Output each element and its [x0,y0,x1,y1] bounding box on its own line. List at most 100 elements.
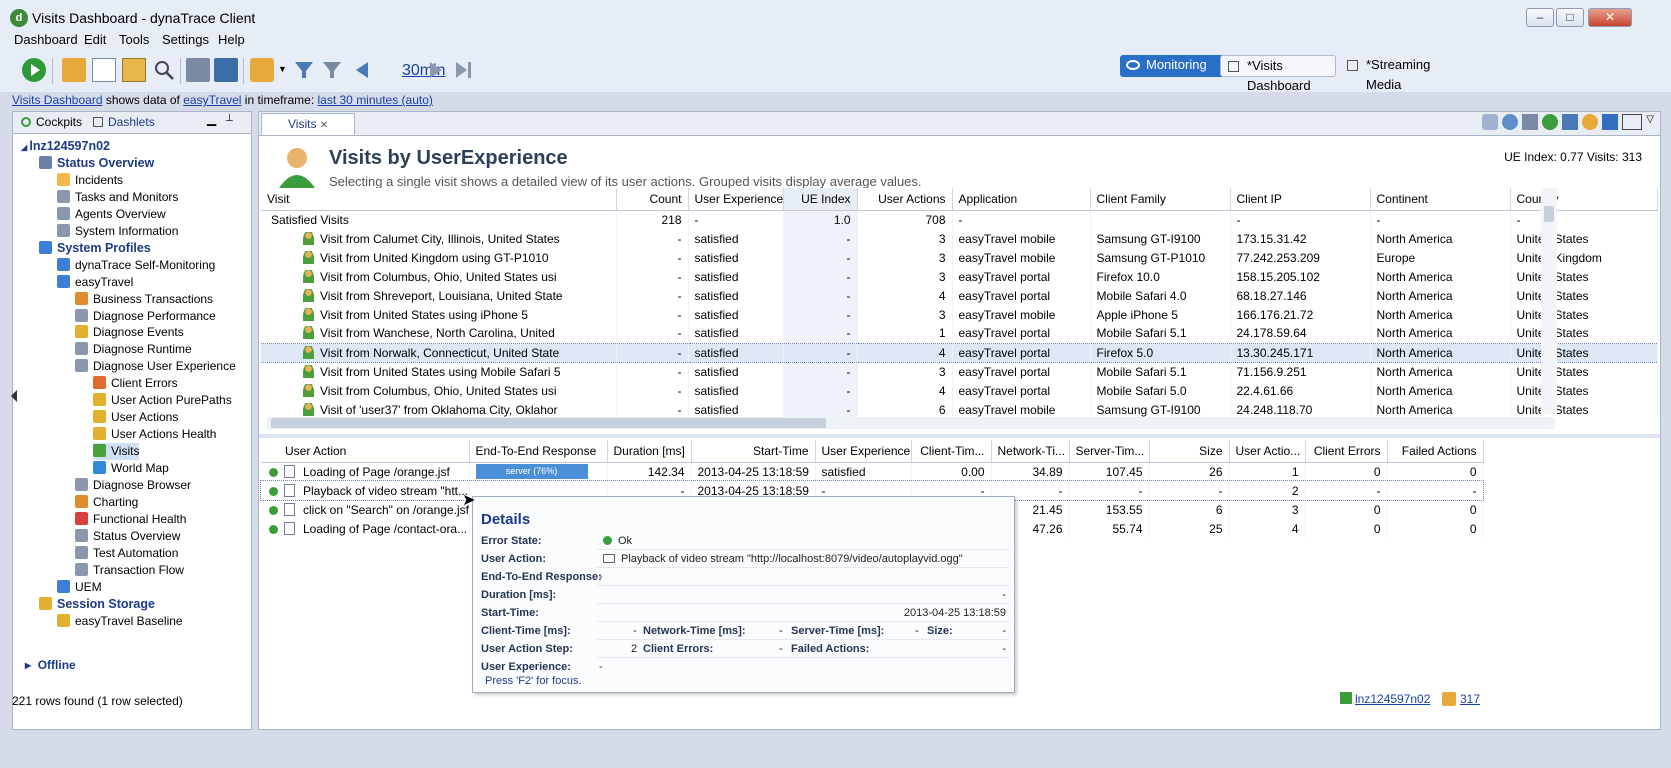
world-icon[interactable] [1542,114,1559,130]
tree-item[interactable]: Charting [75,494,138,511]
column-header[interactable]: User Action [261,440,470,463]
tree-item[interactable]: Diagnose Runtime [75,341,192,358]
last-icon[interactable] [452,58,476,82]
timeframe-range-link[interactable]: last 30 minutes (auto) [318,93,433,107]
host-link[interactable]: lnz124597n02 [1355,692,1430,706]
tree-item[interactable]: System Information [57,223,178,240]
tree-item[interactable]: World Map [93,460,169,477]
visit-row[interactable]: Visit from Columbus, Ohio, United States… [261,267,1658,286]
tab-cockpits[interactable]: Cockpits [21,115,82,129]
refresh-icon[interactable] [250,58,274,82]
visit-row[interactable]: Visit from United States using iPhone 5 -… [261,305,1658,324]
export-icon[interactable] [214,58,238,82]
add-icon[interactable] [122,58,146,82]
menu-dashboard[interactable]: Dashboard [14,32,78,47]
tab-dashlets[interactable]: Dashlets [93,115,155,129]
perspective-streaming-media[interactable]: *Streaming Media [1340,55,1460,92]
tree-item[interactable]: Status Overview [75,528,180,545]
print-icon[interactable] [186,58,210,82]
tree-item[interactable]: Incidents [57,172,123,189]
tree-item[interactable]: System Profiles [39,240,151,257]
incident-count-link[interactable]: 317 [1460,692,1480,706]
minimize-button[interactable]: – [1526,8,1554,27]
column-header[interactable]: UE Index [783,188,858,211]
tree-item[interactable]: Visits [93,443,140,461]
open-folder-icon[interactable] [62,58,86,82]
tree-item[interactable]: Diagnose Events [75,324,184,341]
tree-item[interactable]: UEM [57,579,102,596]
tree-item[interactable]: User Actions [93,409,178,426]
column-header[interactable]: Visit [261,188,617,211]
forward-icon[interactable] [424,58,448,82]
column-header[interactable]: Server-Tim... [1069,440,1150,463]
globe-icon[interactable] [1502,114,1519,130]
menu-settings[interactable]: Settings [162,32,209,47]
search-icon[interactable] [152,58,176,82]
minimize-panel-icon[interactable]: ▁ [207,112,216,126]
column-header[interactable]: Client-Tim... [911,440,992,463]
column-header[interactable]: User Actio... [1229,440,1306,463]
ue-view-icon[interactable] [1482,114,1499,130]
tree-item[interactable]: Client Errors [93,375,178,392]
column-header[interactable]: Network-Ti... [991,440,1070,463]
tree-item[interactable]: Business Transactions [75,291,213,308]
column-header[interactable]: Duration [ms] [607,440,692,463]
visit-row[interactable]: Visit from United Kingdom using GT-P1010… [261,248,1658,267]
tab-visits[interactable]: Visits ✕ [261,113,356,135]
tree-item[interactable]: Session Storage [39,596,155,613]
column-header[interactable]: Count [616,188,689,211]
tree-item[interactable]: ◢ lnz124597n02 [21,138,110,156]
visit-row[interactable]: Visit from United States using Mobile Sa… [261,362,1658,381]
collapse-arrow-icon[interactable] [11,390,17,402]
filter-edit-icon[interactable] [320,58,344,82]
column-header[interactable]: User Actions [857,188,953,211]
tree-item[interactable]: Tasks and Monitors [57,189,178,206]
visits-table[interactable]: Visit Count User Experience UE Index User Ac… [261,188,1658,419]
tree-item[interactable]: Transaction Flow [75,562,184,579]
window-icon[interactable] [1522,114,1539,130]
layout-icon[interactable] [1622,114,1643,130]
visit-row[interactable]: Visit from Calumet City, Illinois, Unite… [261,229,1658,248]
tree-item[interactable]: Status Overview [39,155,154,172]
tree-item[interactable]: Agents Overview [57,206,166,223]
column-header[interactable]: Failed Actions [1387,440,1484,463]
column-header[interactable]: Client Family [1090,188,1231,211]
filter-icon[interactable] [292,58,316,82]
visit-row[interactable]: Visit from Shreveport, Louisiana, United… [261,286,1658,305]
maximize-button[interactable]: □ [1556,8,1584,27]
menu-help[interactable]: Help [218,32,245,47]
filter-icon[interactable] [1602,114,1619,130]
column-header[interactable]: Application [952,188,1091,211]
menu-edit[interactable]: Edit [84,32,106,47]
column-header[interactable]: Client IP [1230,188,1371,211]
tree-item[interactable]: Diagnose User Experience [75,358,236,375]
tree-item[interactable]: Diagnose Performance [75,308,216,325]
column-header[interactable]: End-To-End Response [469,440,608,463]
column-header[interactable]: Start-Time [691,440,816,463]
profile-link[interactable]: easyTravel [183,93,241,107]
dashboard-link[interactable]: Visits Dashboard [12,93,103,107]
column-header[interactable]: Country [1510,188,1658,211]
perspective-visits-dashboard[interactable]: *Visits Dashboard [1220,55,1336,93]
user-action-row[interactable]: Loading of Page /orange.jsf server (76%) 1… [261,462,1484,481]
column-header[interactable]: Client Errors [1305,440,1388,463]
column-header[interactable]: User Experience [688,188,784,211]
column-header[interactable]: Continent [1370,188,1511,211]
tree-item[interactable]: User Actions Health [93,426,216,443]
close-tab-icon[interactable]: ✕ [320,120,328,131]
chevron-down-icon[interactable]: ▽ [1646,114,1654,130]
tree-item[interactable]: easyTravel Baseline [57,613,183,630]
tree-item[interactable]: Test Automation [75,545,178,562]
pin-icon[interactable]: ⊥ [225,113,234,124]
panel-splitter[interactable] [259,434,1660,438]
menu-tools[interactable]: Tools [119,32,149,47]
tree-item[interactable]: dynaTrace Self-Monitoring [57,257,215,274]
tree-item[interactable]: Functional Health [75,511,186,528]
visit-row[interactable]: Visit from Wanchese, North Carolina, Uni… [261,324,1658,343]
visits-hscroll-thumb[interactable] [271,418,826,428]
user-icon[interactable] [1582,114,1599,130]
tree-item[interactable]: Diagnose Browser [75,477,191,494]
chevron-down-icon[interactable]: ▼ [278,64,287,74]
back-icon[interactable] [350,58,374,82]
close-button[interactable]: ✕ [1588,8,1632,27]
